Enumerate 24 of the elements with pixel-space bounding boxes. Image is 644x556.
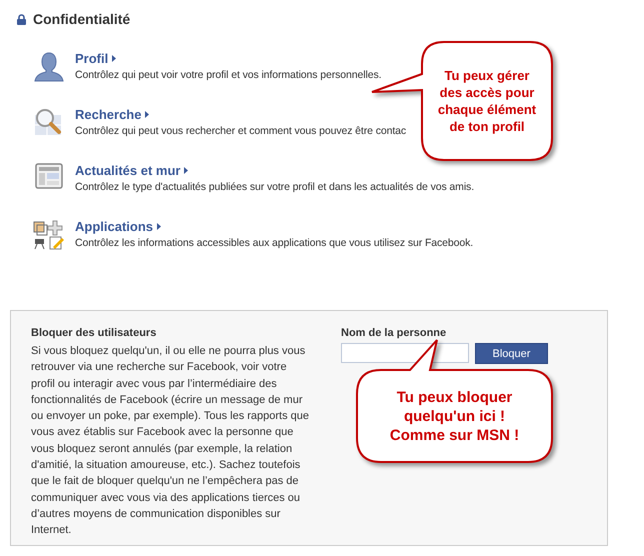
category-link[interactable]: Recherche	[75, 107, 142, 122]
name-input-field[interactable]	[341, 343, 469, 363]
block-heading: Bloquer des utilisateurs	[31, 327, 158, 339]
caret-icon	[145, 111, 150, 118]
caret-icon	[112, 55, 116, 62]
applications-icon	[33, 220, 65, 250]
category-link[interactable]: Profil	[75, 51, 108, 66]
newspaper-icon	[35, 163, 63, 189]
category-description: Contrôlez le type d'actualités publiées sur votre profil et dans les actualités de vos amis.	[75, 181, 474, 193]
block-button[interactable]: Bloquer	[475, 343, 548, 364]
lock-icon	[17, 14, 26, 24]
category-link[interactable]: Actualités et mur	[75, 163, 180, 178]
category-description: Contrôlez qui peut voir votre profil et vos informations personnelles.	[75, 69, 382, 81]
field-label: Nom de la personne	[341, 327, 448, 339]
callout-text: Tu peux bloquer quelqu'un ici ! Comme sur MSN !	[390, 388, 520, 444]
section-title: Confidentialité	[33, 11, 130, 27]
callout-text: Tu peux gérer des accès pour chaque élément de ton profil	[438, 67, 536, 135]
person-silhouette-icon	[33, 51, 65, 83]
caret-icon	[184, 167, 188, 174]
category-description: Contrôlez qui peut vous rechercher et comment vous pouvez être contac	[75, 125, 406, 137]
category-link[interactable]: Applications	[75, 219, 154, 234]
category-description: Contrôlez les informations accessibles aux applications que vous utilisez sur Facebook.	[75, 237, 474, 249]
block-description: Si vous bloquez quelqu'un, il ou elle ne pourra plus vous retrouver via une recherche sur Facebook, voir votre profil ou interagir avec vous par l’intermédiaire des fonctionnalités de Facebook (écrire un message de mur ou envoyer un poke, par exemple). Tous les rapports que vous avez établis sur Facebook avec la personne que vous bloquez seront annulés (par exemple, la relation d'amitié, la situation amoureuse, etc.). Sachez toutefois que le fait de bloquer quelqu'un ne l’empêchera pas de communiquer avec vous via des applications tierces ou d’autres moyens de communication disponibles sur Internet.	[31, 344, 310, 538]
caret-icon	[157, 223, 162, 230]
